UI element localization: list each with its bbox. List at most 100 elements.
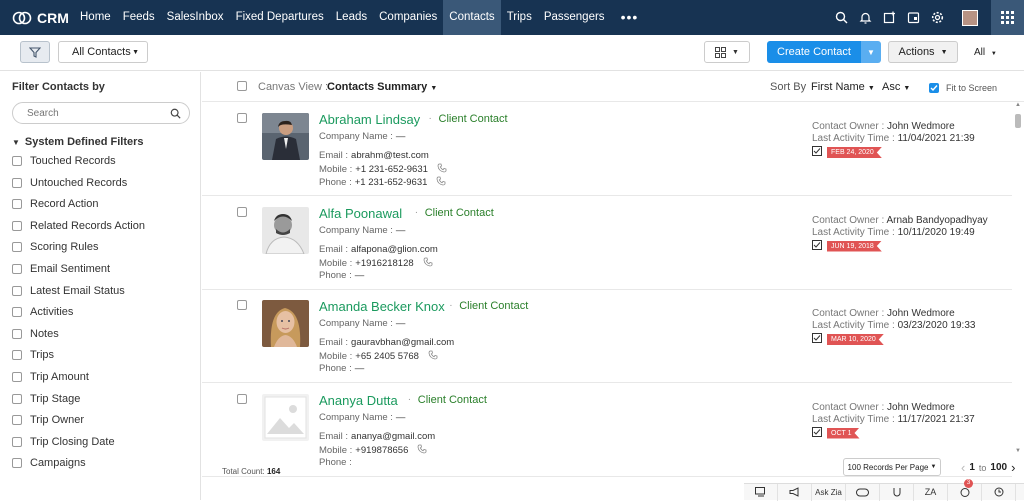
filter-checkbox[interactable] (12, 328, 22, 339)
scroll-thumb[interactable] (1015, 114, 1021, 128)
filter-item[interactable]: Trip Stage (12, 392, 80, 406)
phone-call-icon[interactable] (428, 350, 438, 363)
zia-icon[interactable]: ZA (914, 483, 948, 501)
contact-name-link[interactable]: Ananya Dutta (319, 393, 398, 408)
row-checkbox[interactable] (237, 300, 247, 310)
tab-feeds[interactable]: Feeds (117, 0, 161, 35)
tab-passengers[interactable]: Passengers (538, 0, 611, 35)
filter-item[interactable]: Email Sentiment (12, 262, 110, 276)
filter-checkbox[interactable] (12, 350, 22, 361)
canvas-view-select[interactable]: Contacts Summary ▼ (327, 81, 437, 93)
group-label: System Defined Filters (24, 136, 144, 148)
phone-call-icon[interactable] (436, 176, 446, 189)
scroll-down-arrow-icon[interactable]: ▼ (1015, 448, 1021, 454)
row-checkbox[interactable] (237, 393, 247, 404)
tab-companies[interactable]: Companies (373, 0, 443, 35)
phone-call-icon[interactable] (417, 444, 427, 457)
create-options-dropdown[interactable]: ▼ (861, 41, 881, 63)
filter-item[interactable]: Record Action (12, 197, 98, 211)
select-all-checkbox[interactable] (237, 81, 247, 91)
filter-checkbox[interactable] (12, 199, 22, 210)
prev-page-icon[interactable]: ‹ (961, 460, 965, 475)
filter-checkbox[interactable] (12, 393, 22, 404)
filter-toggle-button[interactable] (20, 41, 50, 63)
field-value[interactable]: ananya@gmail.com (351, 431, 435, 442)
user-avatar[interactable] (962, 9, 978, 26)
filter-item[interactable]: Related Records Action (12, 219, 145, 233)
system-filters-group-toggle[interactable]: ▼ System Defined Filters (12, 136, 144, 148)
tab-fixed-departures[interactable]: Fixed Departures (230, 0, 330, 35)
sort-field-select[interactable]: First Name ▼ (811, 81, 875, 93)
field-value[interactable]: abrahm@test.com (351, 150, 429, 161)
filter-checkbox[interactable] (12, 264, 22, 274)
filter-checkbox[interactable] (12, 372, 22, 382)
megaphone-icon[interactable] (778, 483, 812, 501)
filter-label: Email Sentiment (30, 263, 111, 275)
alarm-clock-icon[interactable]: 3 (948, 478, 982, 501)
app-logo[interactable]: CRM (0, 10, 74, 26)
tab-contacts[interactable]: Contacts (443, 0, 501, 35)
filter-item[interactable]: Trip Owner (12, 413, 84, 427)
filter-item[interactable]: Untouched Records (12, 176, 127, 190)
tab-home[interactable]: Home (74, 0, 117, 35)
calendar-icon[interactable] (906, 11, 920, 25)
settings-gear-icon[interactable] (930, 11, 944, 25)
filter-checkbox[interactable] (12, 415, 22, 426)
all-dropdown[interactable]: All ▼ (974, 47, 997, 58)
filter-checkbox[interactable] (12, 307, 22, 318)
filter-checkbox[interactable] (12, 436, 22, 447)
field-value[interactable]: alfapona@glion.com (351, 244, 438, 255)
contact-name-link[interactable]: Amanda Becker Knox (319, 299, 445, 314)
row-checkbox[interactable] (237, 113, 247, 123)
filter-item[interactable]: Latest Email Status (12, 284, 125, 298)
layout-switch-button[interactable]: ▼ (704, 41, 750, 63)
filter-item[interactable]: Scoring Rules (12, 240, 98, 254)
field-value[interactable]: gauravbhan@gmail.com (351, 337, 454, 348)
filter-item[interactable]: Touched Records (12, 154, 116, 168)
filter-search-input[interactable] (27, 107, 147, 119)
app-grid-icon[interactable] (991, 0, 1024, 35)
notification-bell-icon[interactable] (858, 11, 872, 25)
filter-checkbox[interactable] (12, 220, 22, 231)
filter-item[interactable]: Activities (12, 305, 73, 319)
task-check-icon[interactable] (812, 239, 822, 253)
fit-to-screen-checkbox[interactable] (929, 83, 939, 93)
filter-item[interactable]: Trip Amount (12, 370, 89, 384)
filter-checkbox[interactable] (12, 242, 22, 253)
actions-button[interactable]: Actions ▼ (888, 41, 958, 63)
list-scrollbar[interactable]: ▲ ▼ (1013, 102, 1024, 454)
filter-checkbox[interactable] (12, 177, 22, 188)
filter-item[interactable]: Trips (12, 348, 54, 362)
filter-item[interactable]: Trip Closing Date (12, 435, 115, 449)
create-contact-button[interactable]: Create Contact (767, 41, 861, 63)
feedback-icon[interactable] (880, 483, 914, 501)
custom-view-select[interactable]: All Contacts ▼ (58, 41, 148, 63)
tab-trips[interactable]: Trips (501, 0, 538, 35)
tab-leads[interactable]: Leads (330, 0, 373, 35)
tab-salesinbox[interactable]: SalesInbox (161, 0, 230, 35)
scroll-up-arrow-icon[interactable]: ▲ (1015, 102, 1021, 108)
contact-name-link[interactable]: Abraham Lindsay (319, 112, 420, 127)
filter-checkbox[interactable] (12, 285, 22, 296)
phone-call-icon[interactable] (437, 163, 447, 176)
task-check-icon[interactable] (812, 426, 822, 440)
contact-name-link[interactable]: Alfa Poonawal (319, 206, 402, 221)
filter-item[interactable]: Notes (12, 327, 59, 341)
filter-checkbox[interactable] (12, 458, 22, 469)
filter-item[interactable]: Campaigns (12, 456, 86, 470)
task-check-icon[interactable] (812, 146, 822, 159)
filter-checkbox[interactable] (12, 156, 22, 166)
search-icon[interactable] (834, 11, 848, 25)
next-page-icon[interactable]: › (1011, 460, 1015, 475)
gamepad-icon[interactable] (846, 483, 880, 501)
sort-direction-select[interactable]: Asc ▼ (882, 81, 910, 93)
task-check-icon[interactable] (812, 333, 822, 346)
phone-call-icon[interactable] (423, 257, 433, 270)
chat-screen-icon[interactable] (744, 483, 778, 501)
ask-zia-button[interactable]: Ask Zia (812, 483, 846, 501)
records-per-page-select[interactable]: 100 Records Per Page ▼ (843, 458, 941, 476)
history-icon[interactable] (982, 483, 1016, 501)
compose-icon[interactable] (882, 11, 896, 25)
more-modules-icon[interactable]: ••• (611, 0, 649, 35)
row-checkbox[interactable] (237, 206, 247, 217)
